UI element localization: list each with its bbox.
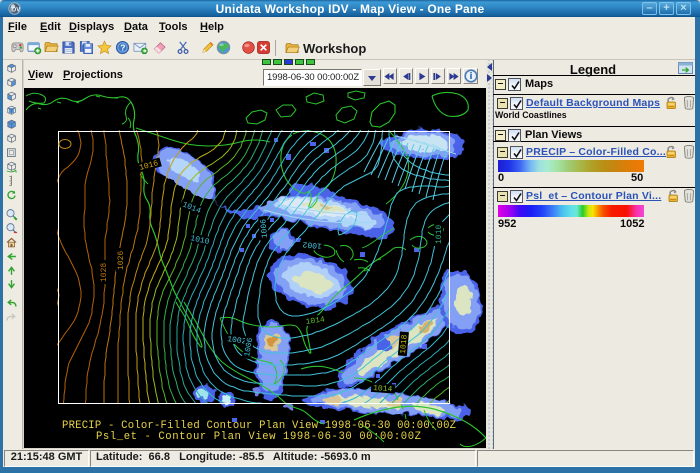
svg-text:1006: 1006: [259, 218, 270, 238]
svg-text:1018: 1018: [399, 334, 410, 354]
svg-text:1014: 1014: [373, 384, 393, 394]
svg-text:1026: 1026: [117, 251, 126, 270]
svg-text:1028: 1028: [100, 263, 109, 282]
svg-text:Psl_et - Contour Plan View 199: Psl_et - Contour Plan View 1998-06-30 00…: [96, 431, 421, 443]
svg-text:1010: 1010: [435, 225, 444, 244]
svg-text:IDV: IDV: [10, 8, 20, 14]
svg-text:?: ?: [120, 43, 125, 53]
